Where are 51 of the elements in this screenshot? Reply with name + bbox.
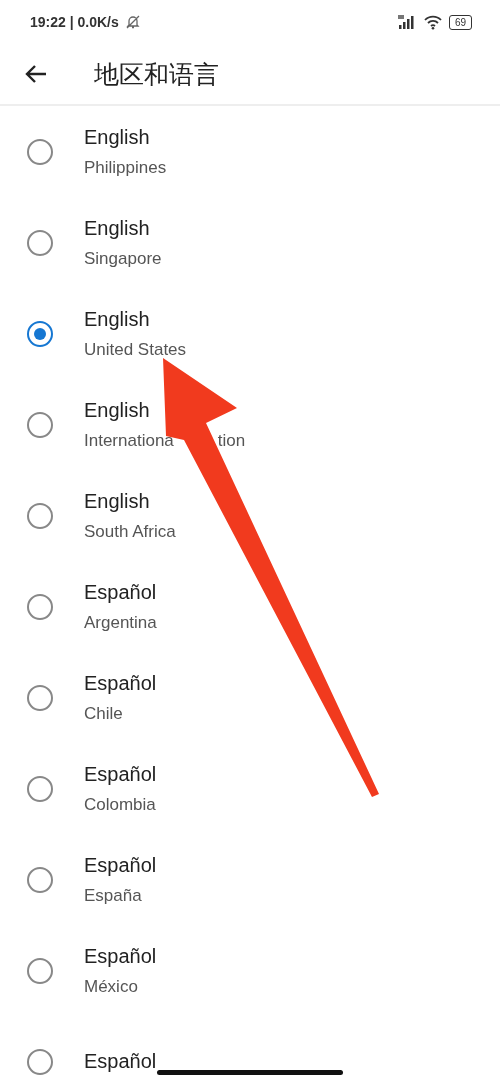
radio-button[interactable] xyxy=(27,593,53,620)
region-name: España xyxy=(84,885,142,906)
locale-option[interactable]: Español xyxy=(0,1016,500,1084)
radio-button[interactable] xyxy=(27,957,53,984)
locale-option[interactable]: English Singapore xyxy=(0,197,500,288)
language-name: English xyxy=(84,216,151,240)
page-title: 地区和语言 xyxy=(94,58,219,91)
locale-option[interactable]: Español Argentina xyxy=(0,561,500,652)
radio-button[interactable] xyxy=(27,1048,53,1075)
region-name: Internationa xyxy=(84,430,174,451)
region-name: Colombia xyxy=(84,794,156,815)
language-name: Español xyxy=(84,944,157,968)
locale-option[interactable]: Español Chile xyxy=(0,652,500,743)
region-name: Argentina xyxy=(84,612,157,633)
language-name: Español xyxy=(84,580,157,604)
radio-button[interactable] xyxy=(27,775,53,802)
wifi-icon xyxy=(422,14,443,30)
radio-button[interactable] xyxy=(27,320,53,347)
region-name: United States xyxy=(84,339,187,360)
locale-option[interactable]: English Philippines xyxy=(0,106,500,197)
radio-button[interactable] xyxy=(27,866,53,893)
language-name: Español xyxy=(84,853,157,877)
signal-icon xyxy=(396,14,417,30)
region-name: South Africa xyxy=(84,521,176,542)
region-name: México xyxy=(84,976,138,997)
region-name: Philippines xyxy=(84,157,167,178)
back-arrow-icon[interactable] xyxy=(24,63,48,85)
language-name: Español xyxy=(84,1050,157,1073)
locale-option[interactable]: Español Colombia xyxy=(0,743,500,834)
radio-button[interactable] xyxy=(27,138,53,165)
language-name: English xyxy=(84,398,151,422)
radio-button[interactable] xyxy=(27,411,53,438)
region-name: tion xyxy=(217,430,246,451)
radio-button[interactable] xyxy=(27,229,53,256)
region-name: Singapore xyxy=(84,248,162,269)
battery-level: 69 xyxy=(448,14,472,30)
status-time: 19:22 | 0.0K/s xyxy=(30,14,119,30)
radio-button[interactable] xyxy=(27,502,53,529)
radio-button[interactable] xyxy=(27,684,53,711)
language-name: English xyxy=(84,125,151,149)
locale-option[interactable]: English United States xyxy=(0,288,500,379)
language-name: Español xyxy=(84,671,157,695)
mute-bell-icon xyxy=(124,14,141,30)
region-name: Chile xyxy=(84,703,123,724)
locale-option[interactable]: English Internationa tion xyxy=(0,379,500,470)
language-name: English xyxy=(84,489,151,513)
language-name: English xyxy=(84,307,151,331)
locale-option[interactable]: Español España xyxy=(0,834,500,925)
locale-option[interactable]: English South Africa xyxy=(0,470,500,561)
locale-option[interactable]: Español México xyxy=(0,925,500,1016)
language-name: Español xyxy=(84,762,157,786)
